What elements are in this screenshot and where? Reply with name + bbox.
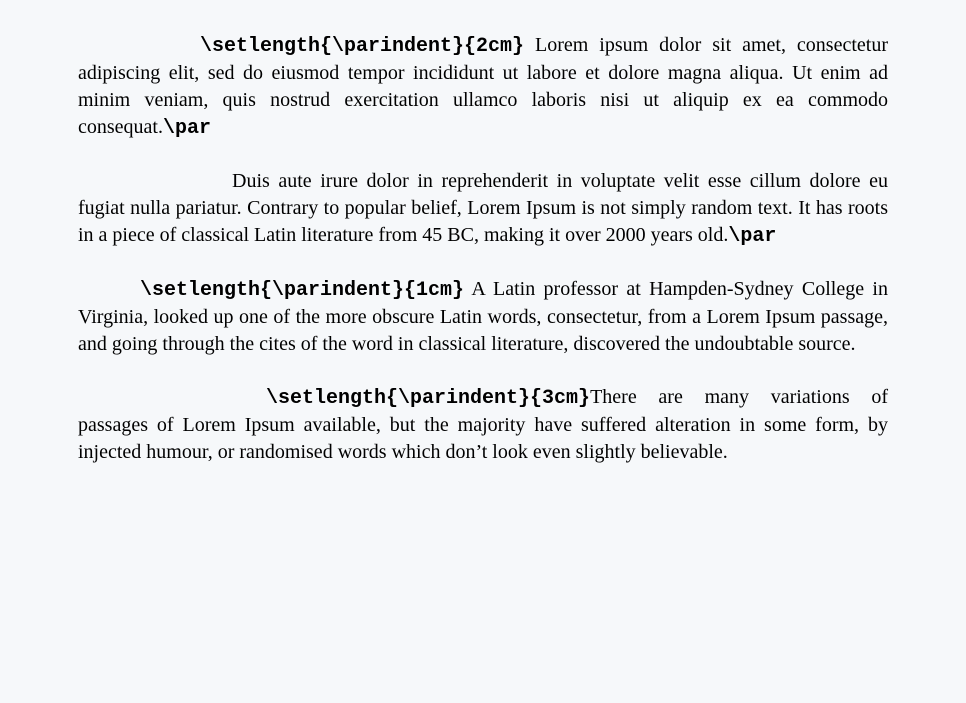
latex-command: \setlength{\parindent}{3cm} (266, 387, 590, 410)
paragraph-3: \setlength{\parindent}{1cm} A Latin prof… (78, 276, 888, 358)
latex-command-trailer: \par (163, 117, 211, 140)
paragraph-1: \setlength{\parindent}{2cm} Lorem ipsum … (78, 32, 888, 142)
paragraph-2: Duis aute irure dolor in reprehenderit i… (78, 168, 888, 250)
latex-command-trailer: \par (728, 225, 776, 248)
latex-command: \setlength{\parindent}{1cm} (140, 279, 464, 302)
paragraph-4: \setlength{\parindent}{3cm}There are man… (78, 384, 888, 466)
latex-command: \setlength{\parindent}{2cm} (200, 35, 524, 58)
